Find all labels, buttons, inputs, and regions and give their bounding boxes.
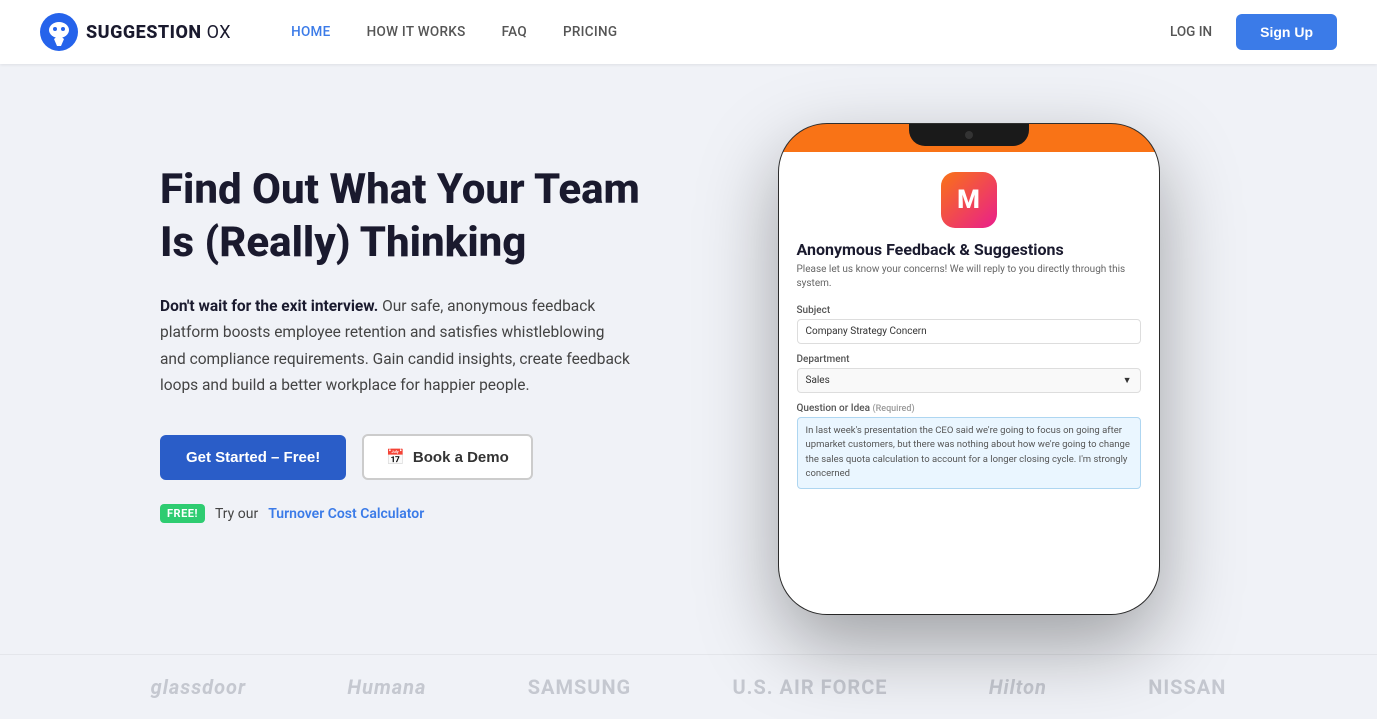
brand-nissan: NISSAN bbox=[1148, 675, 1226, 699]
hero-title: Find Out What Your Team Is (Really) Thin… bbox=[160, 164, 680, 269]
subject-input[interactable]: Company Strategy Concern bbox=[797, 319, 1141, 344]
hero-description: Don't wait for the exit interview. Our s… bbox=[160, 293, 630, 398]
brand-hilton: Hilton bbox=[989, 675, 1047, 699]
app-icon-wrapper: M bbox=[797, 172, 1141, 228]
required-text: (Required) bbox=[872, 404, 914, 414]
form-title: Anonymous Feedback & Suggestions bbox=[797, 240, 1141, 259]
question-label: Question or Idea (Required) bbox=[797, 403, 1141, 414]
brands-bar: glassdoor Humana SAMSUNG U.S. AIR FORCE … bbox=[0, 654, 1377, 719]
turnover-calculator-link[interactable]: Turnover Cost Calculator bbox=[268, 506, 424, 522]
phone-camera bbox=[965, 131, 973, 139]
brand-glassdoor: glassdoor bbox=[151, 675, 246, 699]
signup-button[interactable]: Sign Up bbox=[1236, 14, 1337, 50]
app-icon: M bbox=[941, 172, 997, 228]
question-textarea[interactable]: In last week's presentation the CEO said… bbox=[797, 417, 1141, 489]
phone-notch-bar bbox=[779, 124, 1159, 152]
brand-humana: Humana bbox=[347, 675, 426, 699]
phone-outer: M Anonymous Feedback & Suggestions Pleas… bbox=[779, 124, 1159, 614]
free-badge-row: FREE! Try our Turnover Cost Calculator bbox=[160, 504, 680, 523]
nav-pricing[interactable]: PRICING bbox=[563, 24, 617, 40]
department-label: Department bbox=[797, 354, 1141, 365]
nav-actions: LOG IN Sign Up bbox=[1170, 14, 1337, 50]
brand-samsung: SAMSUNG bbox=[528, 675, 632, 699]
subject-label: Subject bbox=[797, 305, 1141, 316]
get-started-button[interactable]: Get Started – Free! bbox=[160, 435, 346, 480]
logo-icon bbox=[40, 13, 78, 51]
navbar: SUGGESTION OX HOME HOW IT WORKS FAQ PRIC… bbox=[0, 0, 1377, 64]
hero-left: Find Out What Your Team Is (Really) Thin… bbox=[160, 124, 680, 523]
calendar-icon: 📅 bbox=[386, 448, 405, 466]
hero-buttons: Get Started – Free! 📅 Book a Demo bbox=[160, 434, 680, 480]
phone-screen: M Anonymous Feedback & Suggestions Pleas… bbox=[779, 152, 1159, 614]
book-demo-label: Book a Demo bbox=[413, 449, 509, 466]
logo-link[interactable]: SUGGESTION OX bbox=[40, 13, 231, 51]
hero-right: M Anonymous Feedback & Suggestions Pleas… bbox=[680, 124, 1277, 614]
phone-mockup: M Anonymous Feedback & Suggestions Pleas… bbox=[779, 124, 1179, 614]
nav-faq[interactable]: FAQ bbox=[502, 24, 527, 40]
nav-links: HOME HOW IT WORKS FAQ PRICING bbox=[291, 24, 1170, 40]
free-badge: FREE! bbox=[160, 504, 205, 523]
chevron-down-icon: ▼ bbox=[1123, 375, 1132, 386]
book-demo-button[interactable]: 📅 Book a Demo bbox=[362, 434, 533, 480]
hero-section: Find Out What Your Team Is (Really) Thin… bbox=[0, 64, 1377, 654]
phone-notch bbox=[909, 124, 1029, 146]
nav-how-it-works[interactable]: HOW IT WORKS bbox=[367, 24, 466, 40]
nav-login[interactable]: LOG IN bbox=[1170, 24, 1212, 40]
badge-text: Try our bbox=[215, 506, 258, 522]
form-subtitle: Please let us know your concerns! We wil… bbox=[797, 263, 1141, 291]
hero-desc-bold: Don't wait for the exit interview. bbox=[160, 297, 378, 315]
brand-usaf: U.S. AIR FORCE bbox=[732, 675, 887, 699]
department-select[interactable]: Sales ▼ bbox=[797, 368, 1141, 393]
logo-text: SUGGESTION OX bbox=[86, 22, 231, 43]
nav-home[interactable]: HOME bbox=[291, 24, 331, 40]
department-value: Sales bbox=[806, 375, 830, 386]
